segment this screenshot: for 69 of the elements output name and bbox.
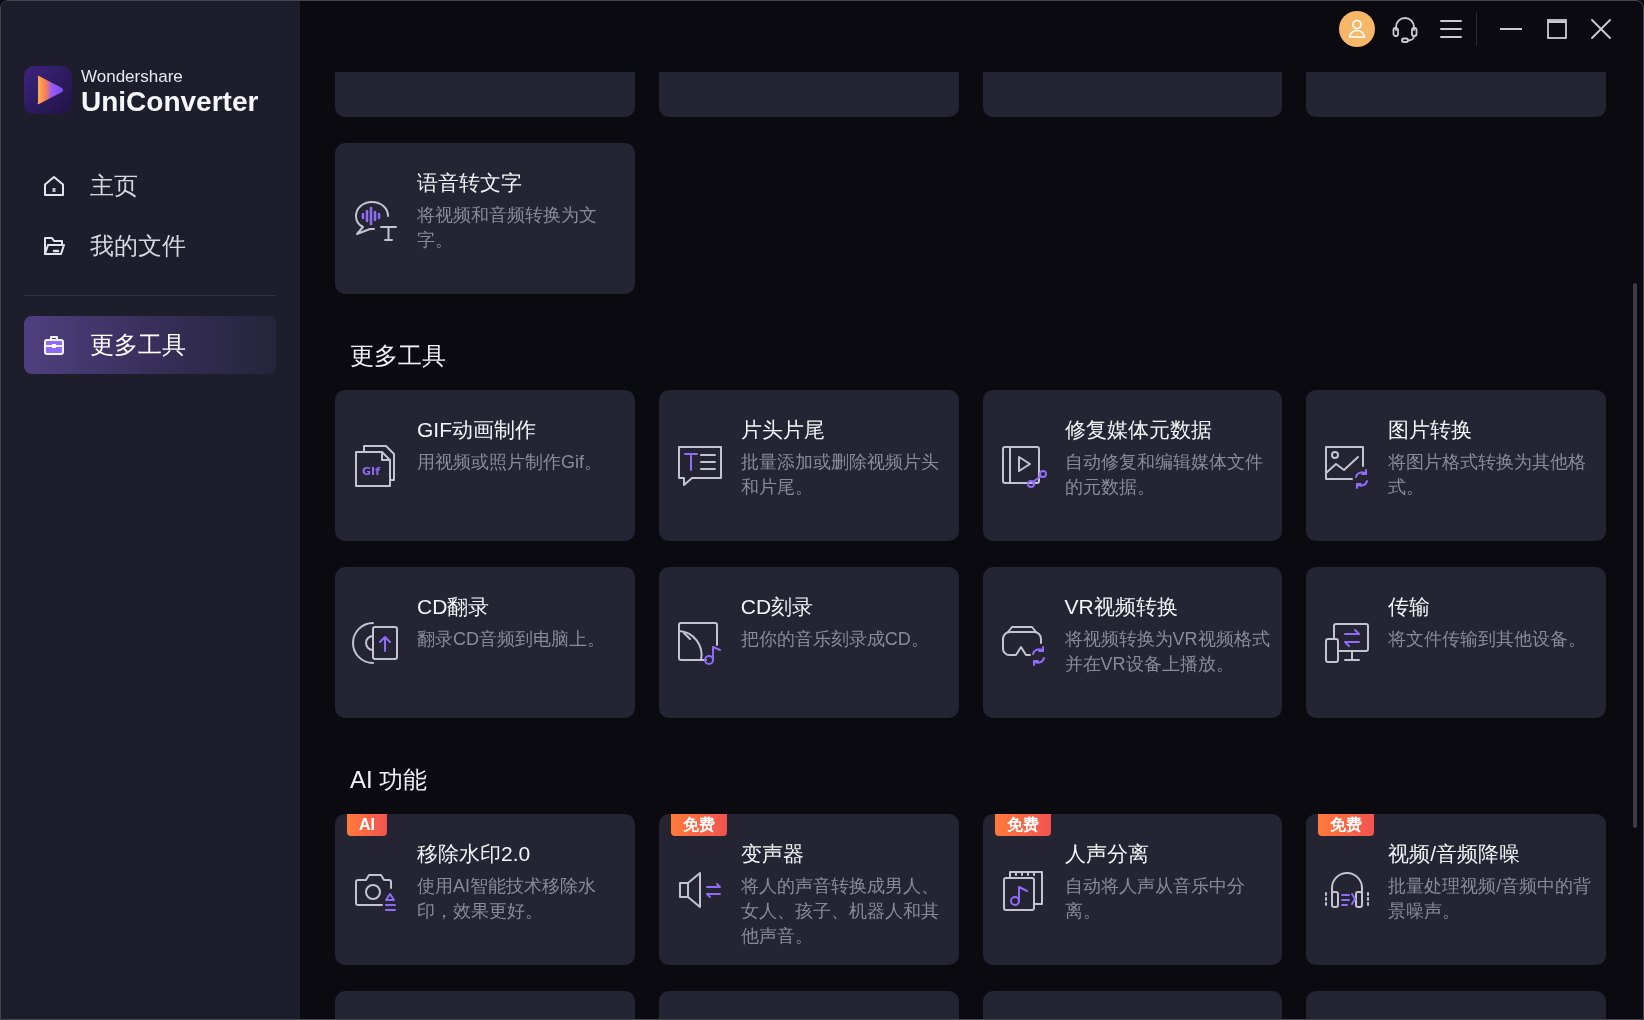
card-title: 视频/音频降噪 bbox=[1388, 841, 1521, 867]
tool-card[interactable] bbox=[658, 72, 959, 117]
headset-icon[interactable] bbox=[1391, 15, 1419, 43]
card-description: 自动修复和编辑媒体文件的元数据。 bbox=[1064, 451, 1264, 499]
tool-card[interactable]: GIf GIF动画制作 用视频或照片制作Gif。 bbox=[335, 390, 635, 541]
card-description: 使用AI智能技术移除水印，效果更好。 bbox=[417, 875, 597, 923]
feature-badge: AI bbox=[347, 814, 387, 836]
feature-badge: 免费 bbox=[670, 814, 727, 836]
card-title: CD翻录 bbox=[417, 594, 490, 620]
card-description: 将视频和音频转换为文字。 bbox=[417, 204, 598, 252]
card-description: 自动将人声从音乐中分离。 bbox=[1064, 875, 1246, 923]
tool-card[interactable]: 传输 将文件传输到其他设备。 bbox=[1306, 567, 1606, 718]
card-title: 传输 bbox=[1388, 594, 1431, 620]
nav-item[interactable]: 我的文件 bbox=[24, 217, 276, 275]
card-description: 把你的音乐刻录成CD。 bbox=[740, 628, 930, 651]
play-logo-icon bbox=[24, 66, 72, 114]
card-description: 将图片格式转换为其他格式。 bbox=[1388, 451, 1588, 499]
section-heading: 更多工具 bbox=[350, 341, 446, 371]
tool-card[interactable]: 图片转换 将图片格式转换为其他格式。 bbox=[1306, 390, 1606, 541]
card-title: 人声分离 bbox=[1064, 841, 1149, 867]
tool-card[interactable]: 语音转文字 将视频和音频转换为文字。 bbox=[335, 143, 635, 294]
card-title: 变声器 bbox=[740, 841, 804, 867]
tool-card[interactable] bbox=[335, 72, 635, 117]
tool-card[interactable]: 变声器 将人的声音转换成男人、女人、孩子、机器人和其他声音。 免费 bbox=[658, 814, 959, 965]
card-title: 语音转文字 bbox=[417, 170, 522, 196]
minimize-icon[interactable] bbox=[1500, 28, 1522, 30]
feature-badge: 免费 bbox=[994, 814, 1051, 836]
feature-badge: 免费 bbox=[1318, 814, 1375, 836]
tool-card[interactable] bbox=[658, 991, 959, 1019]
tool-card[interactable] bbox=[982, 991, 1283, 1019]
card-description: 将人的声音转换成男人、女人、孩子、机器人和其他声音。 bbox=[740, 875, 940, 948]
section-heading: AI 功能 bbox=[350, 765, 428, 795]
tool-card[interactable]: 移除水印2.0 使用AI智能技术移除水印，效果更好。 AI bbox=[335, 814, 635, 965]
tool-card[interactable]: 片头片尾 批量添加或删除视频片头和片尾。 bbox=[658, 390, 959, 541]
tool-card[interactable]: 视频/音频降噪 批量处理视频/音频中的背景噪声。 免费 bbox=[1306, 814, 1606, 965]
scrollbar-thumb[interactable] bbox=[1633, 283, 1637, 828]
card-title: VR视频转换 bbox=[1064, 594, 1178, 620]
product-name: UniConverter bbox=[81, 87, 259, 117]
menu-icon[interactable] bbox=[1440, 19, 1462, 39]
tool-card[interactable]: CD翻录 翻录CD音频到电脑上。 bbox=[335, 567, 635, 718]
card-title: 片头片尾 bbox=[740, 417, 825, 443]
card-description: 批量处理视频/音频中的背景噪声。 bbox=[1388, 875, 1593, 923]
toolbox-icon bbox=[42, 333, 66, 357]
card-title: 修复媒体元数据 bbox=[1064, 417, 1212, 443]
tool-card[interactable] bbox=[1306, 991, 1606, 1019]
home-icon bbox=[42, 174, 66, 198]
tool-card[interactable]: CD刻录 把你的音乐刻录成CD。 bbox=[658, 567, 959, 718]
card-title: 移除水印2.0 bbox=[417, 841, 531, 867]
brand-name: Wondershare bbox=[81, 67, 183, 87]
tool-card[interactable]: 修复媒体元数据 自动修复和编辑媒体文件的元数据。 bbox=[982, 390, 1283, 541]
card-description: 翻录CD音频到电脑上。 bbox=[417, 628, 606, 651]
card-description: 用视频或照片制作Gif。 bbox=[417, 451, 603, 474]
card-title: CD刻录 bbox=[740, 594, 814, 620]
maximize-icon[interactable] bbox=[1547, 19, 1567, 39]
card-description: 将视频转换为VR视频格式并在VR设备上播放。 bbox=[1064, 628, 1271, 676]
tool-card[interactable] bbox=[1306, 72, 1606, 117]
tool-card[interactable] bbox=[335, 991, 635, 1019]
tool-card[interactable]: 人声分离 自动将人声从音乐中分离。 免费 bbox=[982, 814, 1283, 965]
card-title: GIF动画制作 bbox=[417, 417, 536, 443]
nav-item[interactable]: 更多工具 bbox=[24, 316, 276, 374]
tool-card[interactable]: VR视频转换 将视频转换为VR视频格式并在VR设备上播放。 bbox=[982, 567, 1283, 718]
card-description: 批量添加或删除视频片头和片尾。 bbox=[740, 451, 940, 499]
tool-card[interactable] bbox=[982, 72, 1283, 117]
folder-icon bbox=[42, 234, 66, 258]
card-title: 图片转换 bbox=[1388, 417, 1473, 443]
user-avatar-icon[interactable] bbox=[1339, 11, 1375, 47]
card-description: 将文件传输到其他设备。 bbox=[1388, 628, 1588, 651]
nav-item[interactable]: 主页 bbox=[24, 157, 276, 215]
close-icon[interactable] bbox=[1591, 19, 1611, 39]
